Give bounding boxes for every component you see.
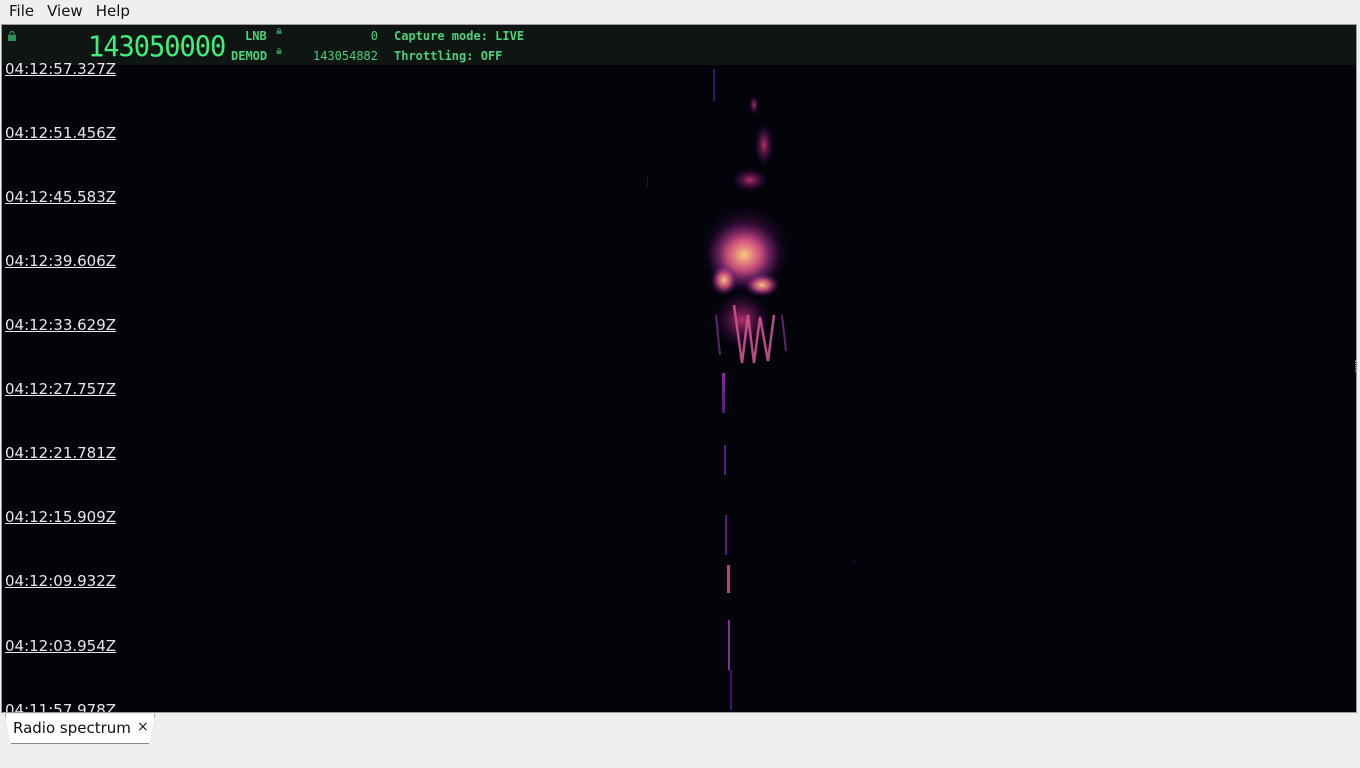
control-header: 143050000 LNB 0 DEMOD 143054882 Capture …: [2, 25, 1356, 65]
radio-spectrum-window: 143050000 LNB 0 DEMOD 143054882 Capture …: [1, 24, 1357, 713]
timestamp-label: 04:12:51.456Z: [5, 124, 117, 142]
timestamp-label: 04:12:33.629Z: [5, 316, 117, 334]
lnb-lock-icon[interactable]: [276, 28, 282, 34]
capture-mode-status: Capture mode: LIVE: [394, 29, 525, 43]
close-icon[interactable]: ×: [137, 719, 149, 735]
timestamp-label: 04:12:09.932Z: [5, 572, 117, 590]
timestamp-label: 04:12:45.583Z: [5, 188, 117, 206]
menu-help[interactable]: Help: [92, 0, 134, 22]
tab-radio-spectrum[interactable]: Radio spectrum ×: [5, 714, 155, 744]
demod-lock-icon[interactable]: [276, 48, 282, 54]
tab-label: Radio spectrum: [13, 719, 131, 737]
demod-label: DEMOD: [231, 49, 268, 63]
throttling-status: Throttling: OFF: [394, 49, 503, 63]
signal-trace: [647, 69, 855, 710]
timestamp-label: 04:12:39.606Z: [5, 252, 117, 270]
timestamp-label: 04:12:57.327Z: [5, 60, 117, 78]
menu-file[interactable]: File: [5, 0, 38, 22]
timestamp-label: 04:12:27.757Z: [5, 380, 117, 398]
timestamp-label: 04:12:03.954Z: [5, 637, 117, 655]
menu-file-label: File: [9, 2, 35, 20]
lock-icon[interactable]: [7, 31, 17, 41]
menu-help-label: Help: [95, 2, 130, 20]
resize-grip[interactable]: [1355, 360, 1358, 372]
frequency-display[interactable]: 143050000: [88, 31, 226, 64]
lnb-label: LNB: [245, 29, 267, 43]
menu-view[interactable]: View: [43, 0, 87, 22]
menu-view-label: View: [47, 2, 83, 20]
waterfall-display[interactable]: 04:12:57.327Z 04:12:51.456Z 04:12:45.583…: [2, 61, 1356, 713]
timestamp-label: 04:11:57.978Z: [5, 701, 117, 713]
demod-value[interactable]: 143054882: [313, 49, 378, 63]
timestamp-label: 04:12:15.909Z: [5, 508, 117, 526]
timestamp-label: 04:12:21.781Z: [5, 444, 117, 462]
lnb-value[interactable]: 0: [371, 29, 378, 43]
menu-bar: File View Help: [0, 0, 1360, 22]
